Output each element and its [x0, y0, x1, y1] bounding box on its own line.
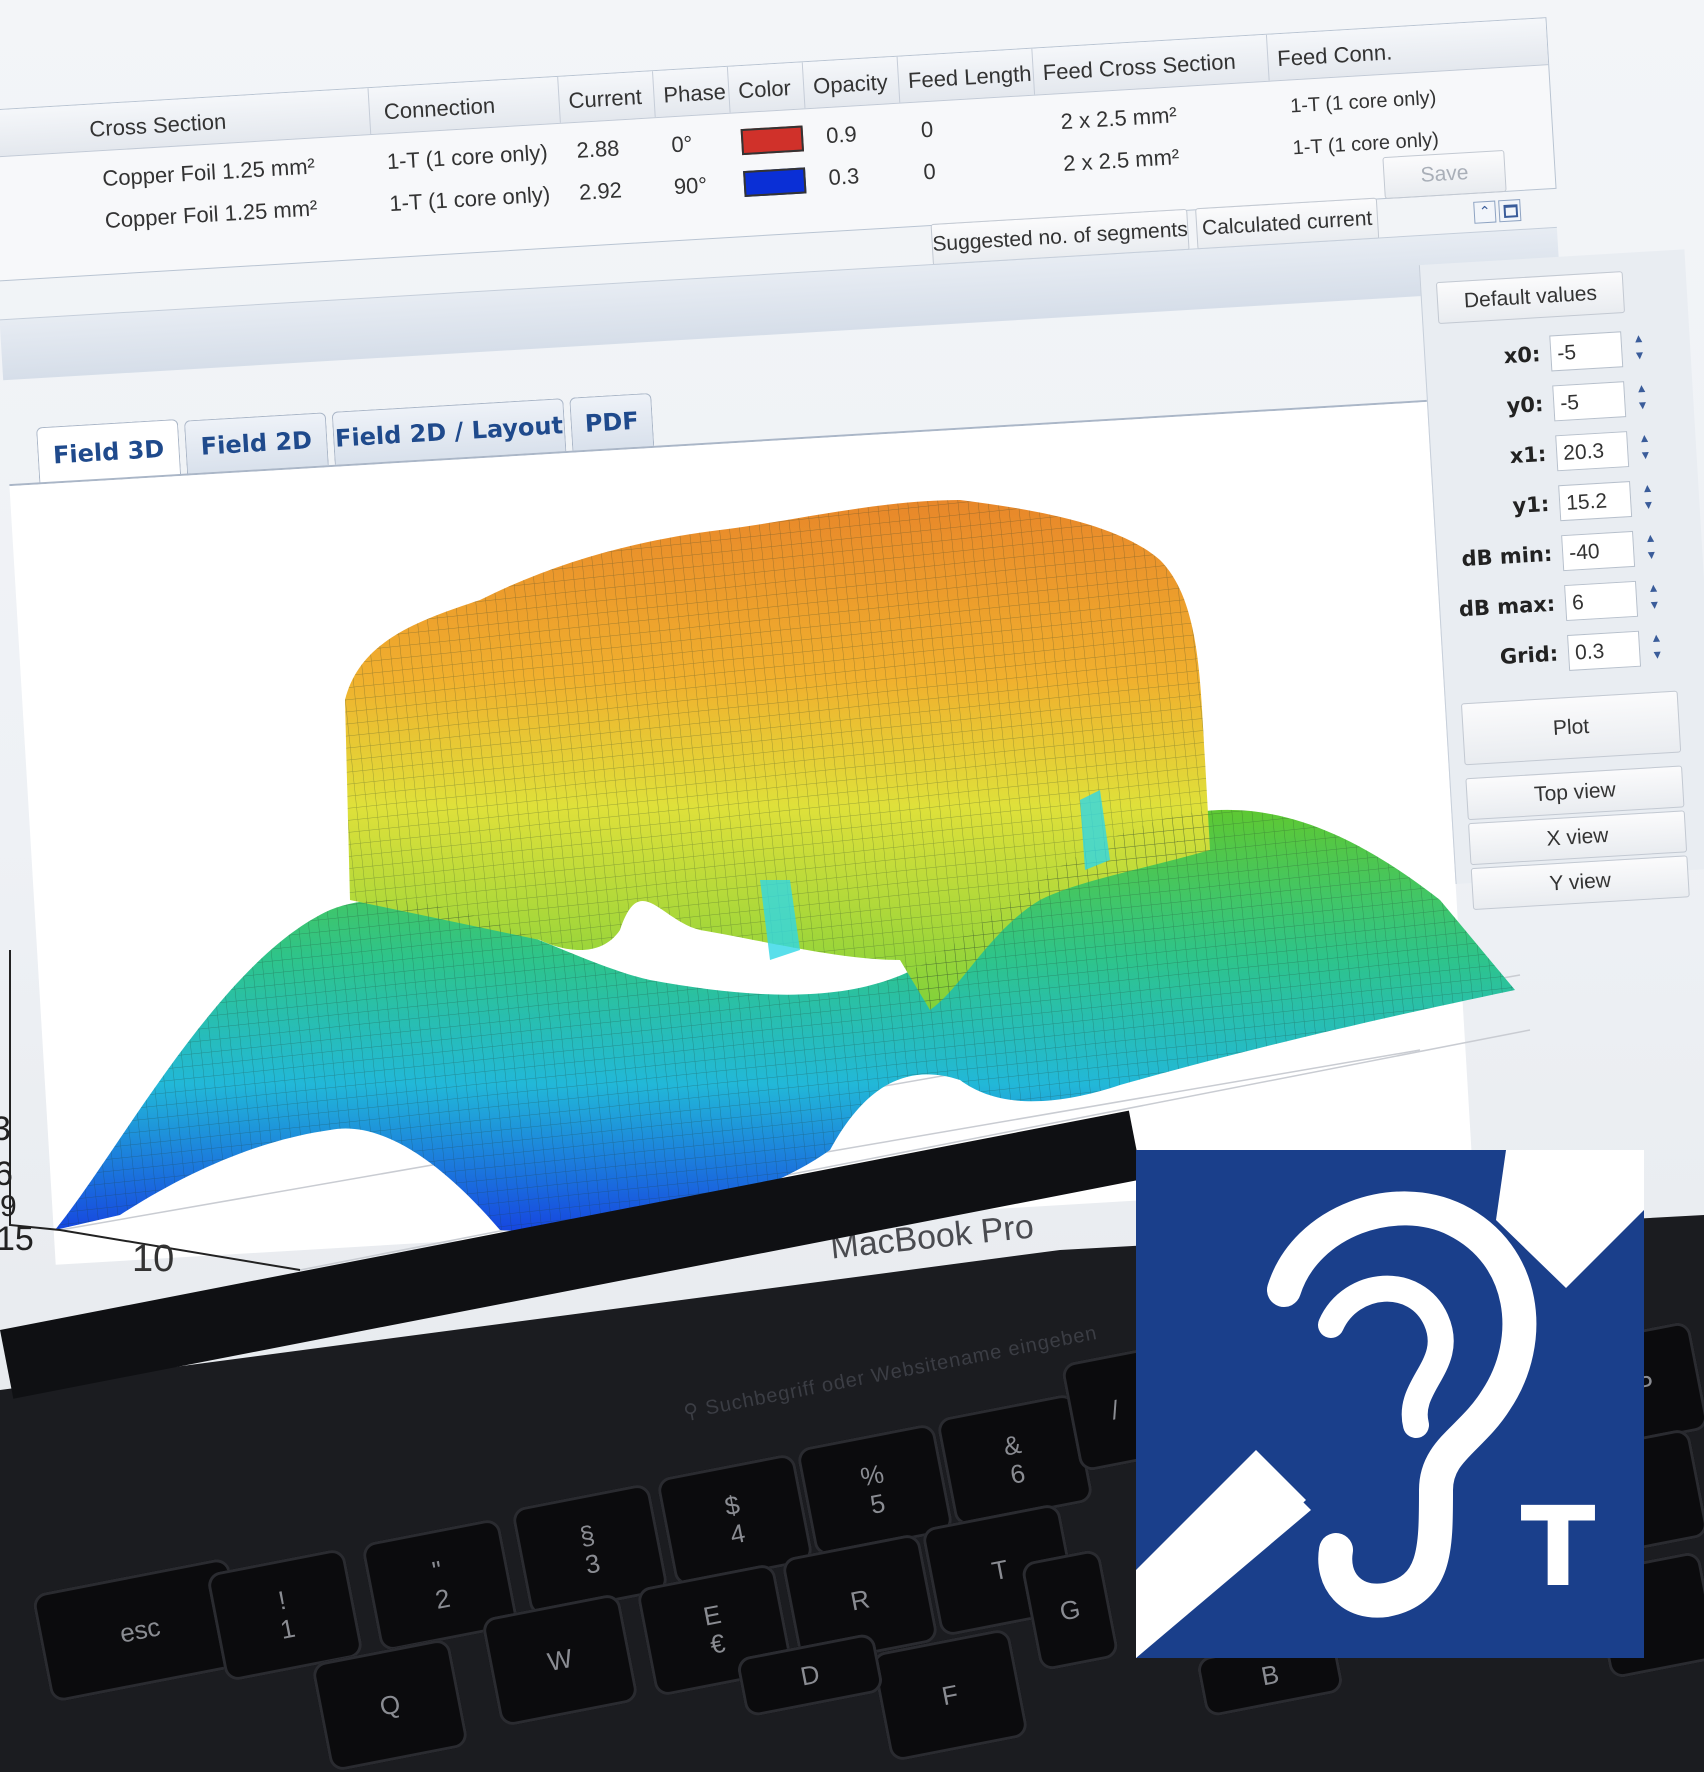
key-g[interactable]: G — [1020, 1548, 1120, 1672]
hearing-loop-badge: T — [1136, 1150, 1644, 1658]
badge-letter: T — [1520, 1483, 1596, 1611]
